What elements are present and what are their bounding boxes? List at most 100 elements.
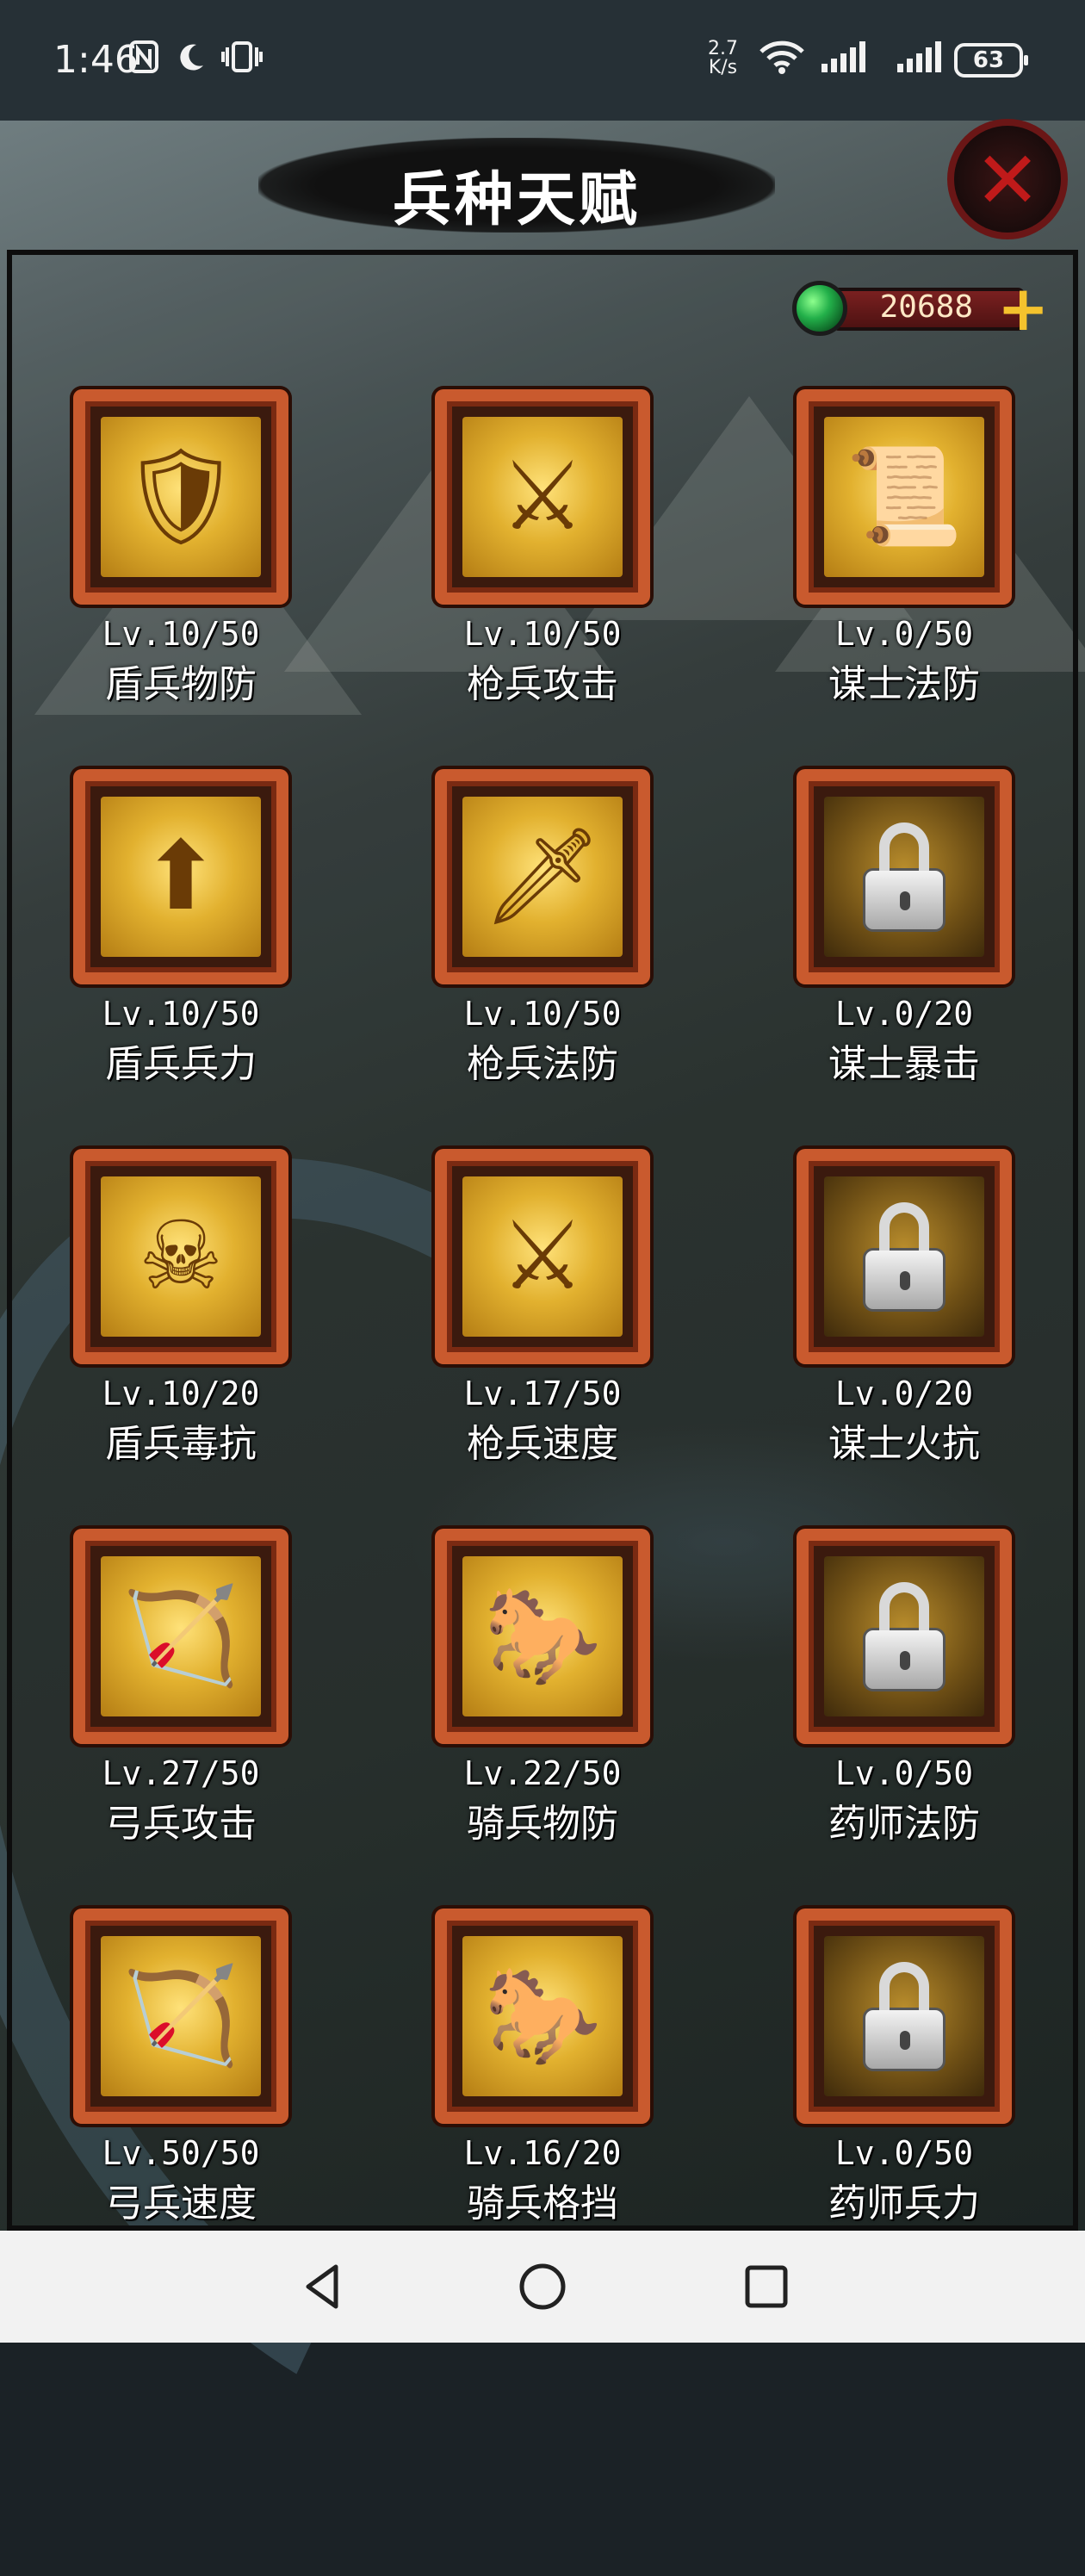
network-speed-unit: K/s	[708, 57, 738, 78]
talent-level: Lv.0/20	[834, 995, 974, 1033]
talent-icon-frame[interactable]: 🏹	[73, 1909, 288, 2124]
charging-spearman-icon: ⚔	[499, 1201, 586, 1311]
talent-icon-bg	[824, 1556, 984, 1716]
talent-item[interactable]: ☠ Lv.10/20 盾兵毒抗	[73, 1149, 288, 1476]
talent-icon-frame[interactable]: 🐎	[435, 1909, 650, 2124]
talent-name: 盾兵兵力	[105, 1042, 257, 1086]
talent-level: Lv.10/50	[463, 615, 622, 653]
talent-icon-frame[interactable]: 🛡	[73, 389, 288, 605]
talent-name: 谋士暴击	[828, 1042, 980, 1086]
talent-item[interactable]: ⚔ Lv.10/50 枪兵攻击	[435, 389, 650, 717]
talent-level: Lv.27/50	[102, 1754, 260, 1792]
talent-name: 盾兵毒抗	[105, 1422, 257, 1466]
talent-icon-frame[interactable]: 🗡	[435, 769, 650, 984]
talent-name: 枪兵攻击	[467, 662, 618, 706]
talent-icon-frame[interactable]: 🐎	[435, 1529, 650, 1744]
talent-icon-bg: ⚔	[462, 1176, 623, 1337]
archer-icon: 🏹	[121, 1580, 240, 1691]
talent-item[interactable]: 🛡 Lv.10/50 盾兵物防	[73, 389, 288, 717]
talent-item[interactable]: Lv.0/20 谋士火抗	[797, 1149, 1012, 1476]
talent-level: Lv.17/50	[463, 1375, 622, 1412]
signal-icon-2	[896, 40, 944, 74]
close-icon: ✕	[974, 134, 1041, 227]
signal-icon	[820, 40, 868, 74]
talent-name: 弓兵速度	[105, 2182, 257, 2225]
talent-name: 谋士火抗	[828, 1422, 980, 1466]
lock-icon	[863, 1962, 946, 2071]
talent-icon-bg: ☠	[101, 1176, 261, 1337]
shield-soldier-icon: 🛡	[121, 441, 241, 551]
nfc-icon	[129, 40, 158, 74]
talent-icon-frame[interactable]	[797, 1909, 1012, 2124]
talent-item[interactable]: ⚔ Lv.17/50 枪兵速度	[435, 1149, 650, 1476]
talent-item[interactable]: ⬆ Lv.10/50 盾兵兵力	[73, 769, 288, 1096]
talent-item[interactable]: Lv.0/50 药师法防	[797, 1529, 1012, 1856]
running-archer-icon: 🏹	[121, 1960, 240, 2070]
talent-icon-frame[interactable]: ⚔	[435, 389, 650, 605]
add-currency-button[interactable]: +	[997, 277, 1049, 339]
recents-button[interactable]	[736, 2256, 797, 2317]
talent-icon-frame[interactable]: 📜	[797, 389, 1012, 605]
talent-icon-bg: 🏹	[101, 1936, 261, 2096]
home-button[interactable]	[512, 2256, 573, 2317]
talent-item[interactable]: 🏹 Lv.50/50 弓兵速度	[73, 1909, 288, 2236]
talent-name: 骑兵物防	[467, 1802, 618, 1846]
talent-name: 盾兵物防	[105, 662, 257, 706]
network-speed-value: 2.7	[708, 38, 738, 59]
clock: 1:46	[53, 38, 139, 82]
talent-item[interactable]: 🏹 Lv.27/50 弓兵攻击	[73, 1529, 288, 1856]
talent-item[interactable]: 🐎 Lv.22/50 骑兵物防	[435, 1529, 650, 1856]
back-button[interactable]	[293, 2256, 353, 2317]
vibrate-icon	[220, 40, 264, 74]
talent-icon-frame[interactable]: ☠	[73, 1149, 288, 1364]
talent-icon-bg: 🗡	[462, 797, 623, 957]
talent-icon-bg: 📜	[824, 417, 984, 577]
talent-name: 骑兵格挡	[467, 2182, 618, 2225]
system-navigation-bar	[0, 2231, 1085, 2343]
talent-name: 谋士法防	[828, 662, 980, 706]
talent-item[interactable]: Lv.0/20 谋士暴击	[797, 769, 1012, 1096]
talent-icon-frame[interactable]	[797, 769, 1012, 984]
talent-level: Lv.0/50	[834, 1754, 974, 1792]
talent-icon-bg: 🛡	[101, 417, 261, 577]
currency-value: 20688	[879, 289, 973, 325]
cavalry-icon: 🐎	[483, 1580, 602, 1691]
talent-icon-frame[interactable]: ⬆	[73, 769, 288, 984]
talent-icon-bg: 🐎	[462, 1556, 623, 1716]
moon-icon	[176, 40, 207, 74]
talent-level: Lv.0/50	[834, 615, 974, 653]
talent-level: Lv.0/20	[834, 1375, 974, 1412]
page-title: 兵种天赋	[392, 166, 641, 234]
close-button[interactable]: ✕	[947, 119, 1068, 239]
skull-shield-icon: ☠	[138, 1201, 224, 1311]
talent-level: Lv.22/50	[463, 1754, 622, 1792]
talent-name: 药师兵力	[828, 2182, 980, 2225]
talent-item[interactable]: 🐎 Lv.16/20 骑兵格挡	[435, 1909, 650, 2236]
talent-icon-bg: 🏹	[101, 1556, 261, 1716]
talent-icon-frame[interactable]	[797, 1529, 1012, 1744]
talent-icon-frame[interactable]: 🏹	[73, 1529, 288, 1744]
talent-icon-frame[interactable]: ⚔	[435, 1149, 650, 1364]
talent-level: Lv.16/20	[463, 2134, 622, 2172]
talent-name: 枪兵法防	[467, 1042, 618, 1086]
battery-indicator: 63	[954, 43, 1028, 78]
spear-shield-icon: 🗡	[482, 821, 603, 931]
back-triangle-icon	[306, 2264, 338, 2309]
talent-level: Lv.50/50	[102, 2134, 260, 2172]
talent-level: Lv.10/50	[463, 995, 622, 1033]
lock-icon	[863, 1582, 946, 1691]
status-bar: 1:46 2.7 K/s 63	[0, 0, 1085, 121]
talent-level: Lv.10/20	[102, 1375, 260, 1412]
talent-name: 枪兵速度	[467, 1422, 618, 1466]
talent-level: Lv.0/50	[834, 2134, 974, 2172]
talent-name: 弓兵攻击	[105, 1802, 257, 1846]
talent-icon-bg: 🐎	[462, 1936, 623, 2096]
talent-icon-frame[interactable]	[797, 1149, 1012, 1364]
talent-item[interactable]: 🗡 Lv.10/50 枪兵法防	[435, 769, 650, 1096]
home-circle-icon	[519, 2263, 566, 2310]
talent-level: Lv.10/50	[102, 615, 260, 653]
network-speed: 2.7 K/s	[708, 40, 738, 78]
talent-item[interactable]: 📜 Lv.0/50 谋士法防	[797, 389, 1012, 717]
talent-item[interactable]: Lv.0/50 药师兵力	[797, 1909, 1012, 2236]
talent-icon-bg: ⬆	[101, 797, 261, 957]
